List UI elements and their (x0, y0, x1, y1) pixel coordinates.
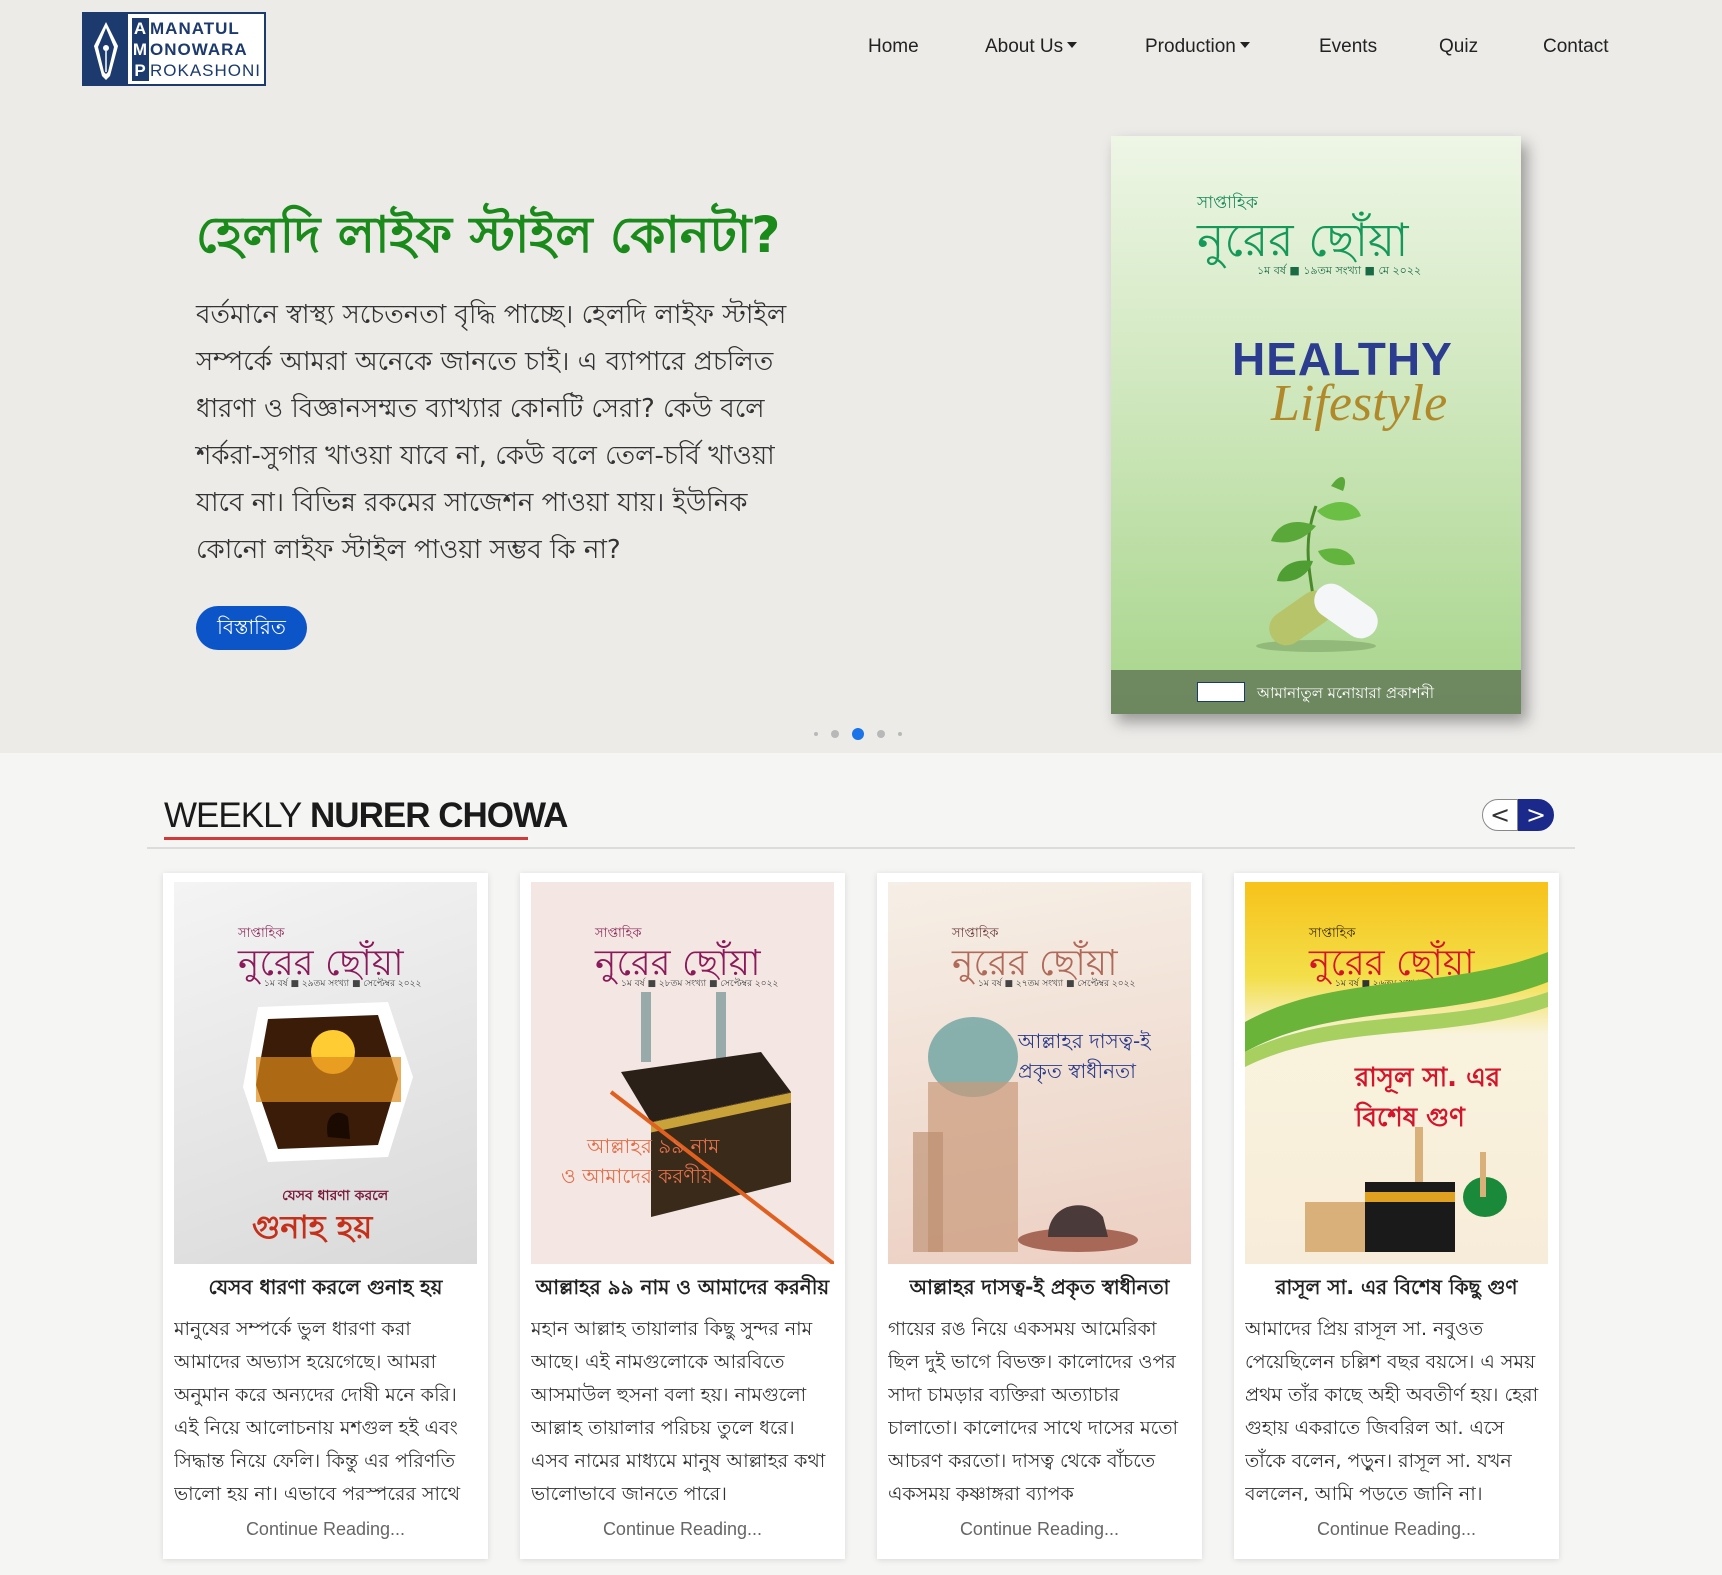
card-title[interactable]: যেসব ধারণা করলে গুনাহ হয় (163, 1273, 488, 1306)
card-cover-caption-big: বিশেষ গুণ (1355, 1103, 1465, 1133)
sunset-prayer-illustration (243, 1002, 413, 1162)
nav-home[interactable]: Home (868, 36, 919, 58)
carousel-dot-2[interactable] (831, 730, 839, 738)
section-divider (147, 847, 1575, 849)
navbar: A MANATUL M ONOWARA P ROKASHONI Home About … (0, 0, 1722, 100)
nav-production[interactable]: Production (1145, 36, 1250, 58)
slider-prev-button[interactable]: < (1482, 799, 1518, 831)
hero-description: বর্তমানে স্বাস্থ্য সচেতনতা বৃদ্ধি পাচ্ছে… (196, 300, 787, 565)
carousel-indicators (814, 728, 902, 740)
slider-arrows: < > (1482, 799, 1554, 831)
continue-reading-link[interactable]: Continue Reading... (877, 1519, 1202, 1540)
card-cover-caption-small: আল্লাহর ৯৯ নাম (587, 1134, 720, 1158)
section-title-light: WEEKLY (164, 796, 302, 835)
continue-reading-link[interactable]: Continue Reading... (520, 1519, 845, 1540)
carousel-dot-3-active[interactable] (852, 728, 864, 740)
cover-headline-lifestyle: Lifestyle (1271, 375, 1448, 432)
continue-reading-link[interactable]: Continue Reading... (1234, 1519, 1559, 1540)
main-nav: Home About Us Production Events Quiz Con… (0, 36, 1722, 66)
card-cover-caption-big: গুনাহ হয় (252, 1208, 373, 1246)
section-title-bold: NURER CHOWA (310, 796, 568, 835)
card-cover-issue: ১ম বর্ষ ■ ২৭তম সংখ্যা ■ সেপ্টেম্বর ২০২২ (978, 979, 1136, 989)
card-cover-issue: ১ম বর্ষ ■ ২৯তম সংখ্যা ■ সেপ্টেম্বর ২০২২ (264, 979, 422, 989)
carousel-dot-5[interactable] (898, 732, 902, 736)
carousel-dot-1[interactable] (814, 732, 818, 736)
card-cover-image[interactable]: সাপ্তাহিক নুরের ছোঁয়া ১ম বর্ষ ■ ২৭তম সং… (888, 882, 1191, 1264)
hero-title: হেলদি লাইফ স্টাইল কোনটা? (196, 206, 781, 264)
nav-quiz[interactable]: Quiz (1439, 36, 1478, 58)
continue-reading-link[interactable]: Continue Reading... (163, 1519, 488, 1540)
caret-down-icon (1067, 42, 1078, 49)
card-excerpt: মানুষের সম্পর্কে ভুল ধারণা করা আমাদের অভ… (174, 1318, 460, 1501)
card-cover-caption-small: রাসূল সা. এর (1355, 1063, 1501, 1093)
logo-word-1: MANATUL (150, 18, 240, 38)
kaaba-illustration (609, 992, 834, 1264)
cover-footer-band: আমানাতুল মনোয়ারা প্রকাশনী (1111, 670, 1521, 714)
hero-carousel: হেলদি লাইফ স্টাইল কোনটা? বর্তমানে স্বাস্… (0, 100, 1722, 753)
hero-magazine-cover[interactable]: সাপ্তাহিক নুরের ছোঁয়া ১ম বর্ষ ■ ১৯তম সং… (1111, 136, 1521, 714)
nav-events[interactable]: Events (1319, 36, 1377, 58)
magazine-card[interactable]: সাপ্তাহিক নুরের ছোঁয়া ১ম বর্ষ ■ ২৭তম সং… (877, 873, 1202, 1559)
cover-issue-info: ১ম বর্ষ ■ ১৯তম সংখ্যা ■ মে ২০২২ (1257, 264, 1422, 277)
magazine-card[interactable]: সাপ্তাহিক নুরের ছোঁয়া ১ম বর্ষ ■ ২৮তম সং… (520, 873, 845, 1559)
section-title-underline (164, 837, 528, 840)
card-excerpt: মহান আল্লাহ তায়ালার কিছু সুন্দর নাম আছে… (531, 1318, 826, 1501)
card-title[interactable]: আল্লাহর ৯৯ নাম ও আমাদের করনীয় (520, 1273, 845, 1306)
card-cover-image[interactable]: সাপ্তাহিক নুরের ছোঁয়া ১ম বর্ষ ■ ২৯তম সং… (174, 882, 477, 1264)
nav-contact[interactable]: Contact (1543, 36, 1608, 58)
card-title[interactable]: রাসূল সা. এর বিশেষ কিছু গুণ (1234, 1273, 1559, 1306)
slider-next-button[interactable]: > (1518, 799, 1554, 831)
nav-about-label: About Us (985, 36, 1064, 57)
carousel-dot-4[interactable] (877, 730, 885, 738)
magazine-card[interactable]: সাপ্তাহিক নুরের ছোঁয়া ১ম বর্ষ ■ ২৬তম সং… (1234, 873, 1559, 1559)
card-cover-caption-big: ও আমাদের করণীয় (561, 1164, 713, 1188)
publisher-logo-icon (1197, 682, 1245, 702)
nav-production-label: Production (1145, 36, 1236, 57)
card-title[interactable]: আল্লাহর দাসত্ব-ই প্রকৃত স্বাধীনতা (877, 1273, 1202, 1306)
magazine-cards: সাপ্তাহিক নুরের ছোঁয়া ১ম বর্ষ ■ ২৯তম সং… (163, 873, 1563, 1559)
card-cover-image[interactable]: সাপ্তাহিক নুরের ছোঁয়া ১ম বর্ষ ■ ২৮তম সং… (531, 882, 834, 1264)
plant-capsule-illustration (1256, 476, 1378, 652)
details-button[interactable]: বিস্তারিত (196, 606, 307, 650)
card-cover-caption-small: আল্লাহর দাসত্ব-ই (1018, 1029, 1151, 1053)
card-excerpt: আমাদের প্রিয় রাসূল সা. নবুওত পেয়েছিলেন… (1245, 1318, 1539, 1501)
card-cover-image[interactable]: সাপ্তাহিক নুরের ছোঁয়া ১ম বর্ষ ■ ২৬তম সং… (1245, 882, 1548, 1264)
section-title: WEEKLY NURER CHOWA (164, 796, 568, 836)
card-excerpt: গায়ের রঙ নিয়ে একসময় আমেরিকা ছিল দুই ভ… (888, 1318, 1179, 1501)
caret-down-icon (1239, 42, 1250, 49)
card-cover-caption-big: প্রকৃত স্বাধীনতা (1018, 1059, 1136, 1083)
magazine-card[interactable]: সাপ্তাহিক নুরের ছোঁয়া ১ম বর্ষ ■ ২৯তম সং… (163, 873, 488, 1559)
nav-about-us[interactable]: About Us (985, 36, 1078, 58)
cover-publisher-name: আমানাতুল মনোয়ারা প্রকাশনী (1257, 684, 1435, 702)
